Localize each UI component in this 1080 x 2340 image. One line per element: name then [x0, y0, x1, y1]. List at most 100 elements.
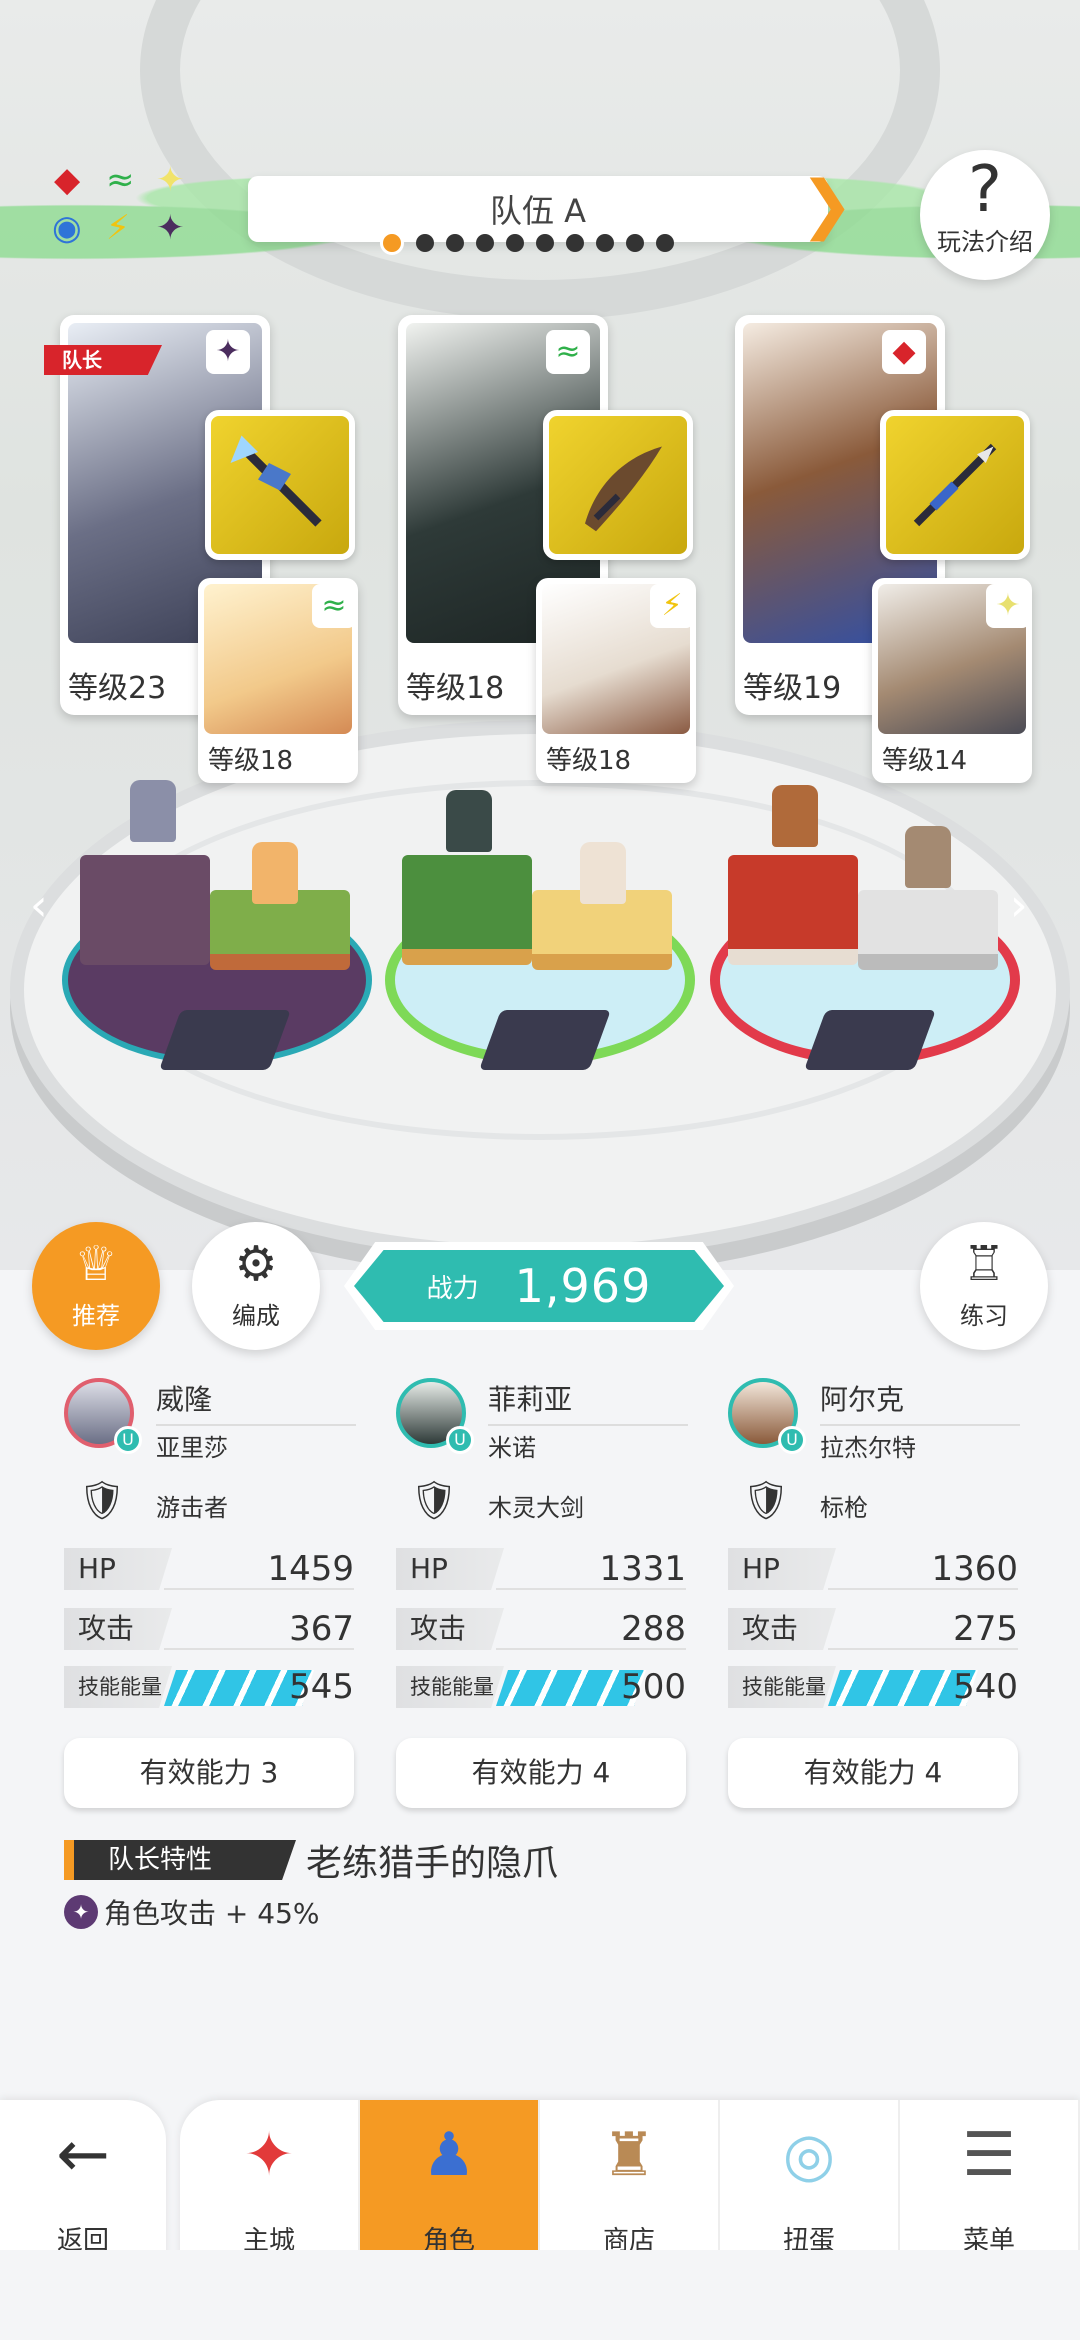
menu-list-icon: ☰ [962, 2120, 1016, 2190]
weapon-name: 游击者 [156, 1494, 228, 1522]
element-chart[interactable]: ◆ ≈ ✦ ◉ ⚡ ✦ [50, 160, 200, 260]
gacha-orb-icon: ◎ [782, 2120, 836, 2190]
formation-button[interactable]: ⚙ 编成 [192, 1222, 320, 1350]
page-dot[interactable] [596, 234, 614, 252]
member-name: 威隆 [156, 1383, 213, 1416]
divider [820, 1424, 1020, 1426]
next-team-arrow-icon[interactable]: ❯ [800, 170, 854, 246]
member-2-sub-chibi[interactable] [580, 842, 626, 904]
member-1-weapon-card[interactable] [205, 410, 355, 560]
light-element-icon: ✦ [156, 160, 185, 200]
member-3-sub-chibi[interactable] [905, 826, 951, 888]
attack-row: 攻击 275 [728, 1608, 1018, 1650]
hp-value: 1360 [931, 1549, 1018, 1589]
power-label: 战力 [426, 1273, 479, 1304]
attack-label: 攻击 [396, 1608, 504, 1650]
page-dot[interactable] [380, 231, 404, 255]
page-dot[interactable] [506, 234, 524, 252]
team-page-dots[interactable] [380, 230, 700, 256]
page-dot[interactable] [536, 234, 554, 252]
hp-row: HP 1331 [396, 1548, 686, 1590]
question-icon: ? [968, 153, 1002, 227]
water-element-icon: ◉ [52, 208, 82, 248]
member-1-sub-chibi[interactable] [252, 842, 298, 904]
attack-value: 367 [289, 1609, 354, 1649]
member-name: 菲莉亚 [488, 1383, 573, 1416]
recommend-button[interactable]: ♕ 推荐 [32, 1222, 160, 1350]
member-1-chibi[interactable] [130, 780, 176, 842]
wood-element-icon: ≈ [546, 330, 590, 374]
page-dot[interactable] [626, 234, 644, 252]
help-button[interactable]: ? 玩法介绍 [920, 150, 1050, 280]
thunder-element-icon: ⚡ [650, 584, 694, 628]
scroll-right-arrow-icon[interactable]: › [1010, 880, 1028, 931]
member-2-chibi[interactable] [446, 790, 492, 852]
skill-energy-value: 545 [289, 1667, 354, 1707]
shop-bag-icon: ♜ [602, 2120, 656, 2190]
member-3-chibi[interactable] [772, 785, 818, 847]
power-value: 1,969 [514, 1259, 652, 1313]
help-label: 玩法介绍 [937, 228, 1033, 256]
member-2-rune-plate [479, 1010, 611, 1070]
captain-tag: 队长 [44, 345, 162, 375]
divider [164, 1588, 354, 1590]
skill-energy-row: 技能能量 545 [64, 1666, 354, 1708]
system-home-bar [0, 2250, 1080, 2340]
skill-energy-value: 540 [953, 1667, 1018, 1707]
level-label: 等级19 [743, 671, 842, 706]
divider [496, 1588, 686, 1590]
leader-effect: ✦ 角色攻击 + 45% [64, 1892, 320, 1932]
sub-character-name: 米诺 [488, 1434, 536, 1462]
page-dot[interactable] [416, 234, 434, 252]
skill-energy-label: 技能能量 [396, 1666, 504, 1708]
hp-value: 1459 [267, 1549, 354, 1589]
attack-row: 攻击 367 [64, 1608, 354, 1650]
wood-element-icon: ≈ [312, 584, 356, 628]
fire-element-icon: ◆ [54, 160, 81, 200]
effective-ability-button[interactable]: 有效能力 3 [64, 1738, 354, 1808]
effective-ability-button[interactable]: 有效能力 4 [728, 1738, 1018, 1808]
light-element-icon: ✦ [986, 584, 1030, 628]
divider [156, 1424, 356, 1426]
page-dot[interactable] [656, 234, 674, 252]
member-3-sub-stand [858, 890, 998, 970]
skill-energy-row: 技能能量 500 [396, 1666, 686, 1708]
training-dummy-icon: ♖ [962, 1236, 1006, 1292]
divider [164, 1648, 354, 1650]
member-3-rune-plate [804, 1010, 936, 1070]
scroll-left-arrow-icon[interactable]: ‹ [30, 880, 48, 931]
practice-button[interactable]: ♖ 练习 [920, 1222, 1048, 1350]
unit-badge-icon: U [114, 1426, 142, 1454]
leader-effect-text: 角色攻击 + 45% [104, 1897, 320, 1930]
page-dot[interactable] [476, 234, 494, 252]
member-3-weapon-card[interactable] [880, 410, 1030, 560]
thunder-element-icon: ⚡ [106, 208, 130, 248]
greatsword-weapon-icon [585, 446, 662, 532]
weapon-type-icon: 🛡 [410, 1478, 459, 1522]
hp-label: HP [64, 1548, 172, 1590]
divider [828, 1588, 1018, 1590]
hp-label: HP [728, 1548, 836, 1590]
hp-label: HP [396, 1548, 504, 1590]
divider [488, 1424, 688, 1426]
skill-energy-row: 技能能量 540 [728, 1666, 1018, 1708]
level-label: 等级14 [882, 746, 968, 776]
attack-label: 攻击 [64, 1608, 172, 1650]
weapon-name: 标枪 [820, 1494, 868, 1522]
level-label: 等级23 [68, 671, 167, 706]
wood-element-icon: ≈ [106, 160, 135, 200]
divider [496, 1648, 686, 1650]
formation-label: 编成 [232, 1302, 280, 1330]
page-dot[interactable] [446, 234, 464, 252]
page-dot[interactable] [566, 234, 584, 252]
weapon-type-icon: 🛡 [78, 1478, 127, 1522]
effective-ability-button[interactable]: 有效能力 4 [396, 1738, 686, 1808]
member-2-weapon-card[interactable] [543, 410, 693, 560]
dark-element-icon: ✦ [156, 208, 185, 248]
attack-value: 288 [621, 1609, 686, 1649]
member-1-rune-plate [159, 1010, 291, 1070]
level-label: 等级18 [406, 671, 505, 706]
formation-gear-icon: ⚙ [234, 1236, 278, 1292]
hp-row: HP 1459 [64, 1548, 354, 1590]
back-arrow-icon: ← [56, 2118, 110, 2192]
